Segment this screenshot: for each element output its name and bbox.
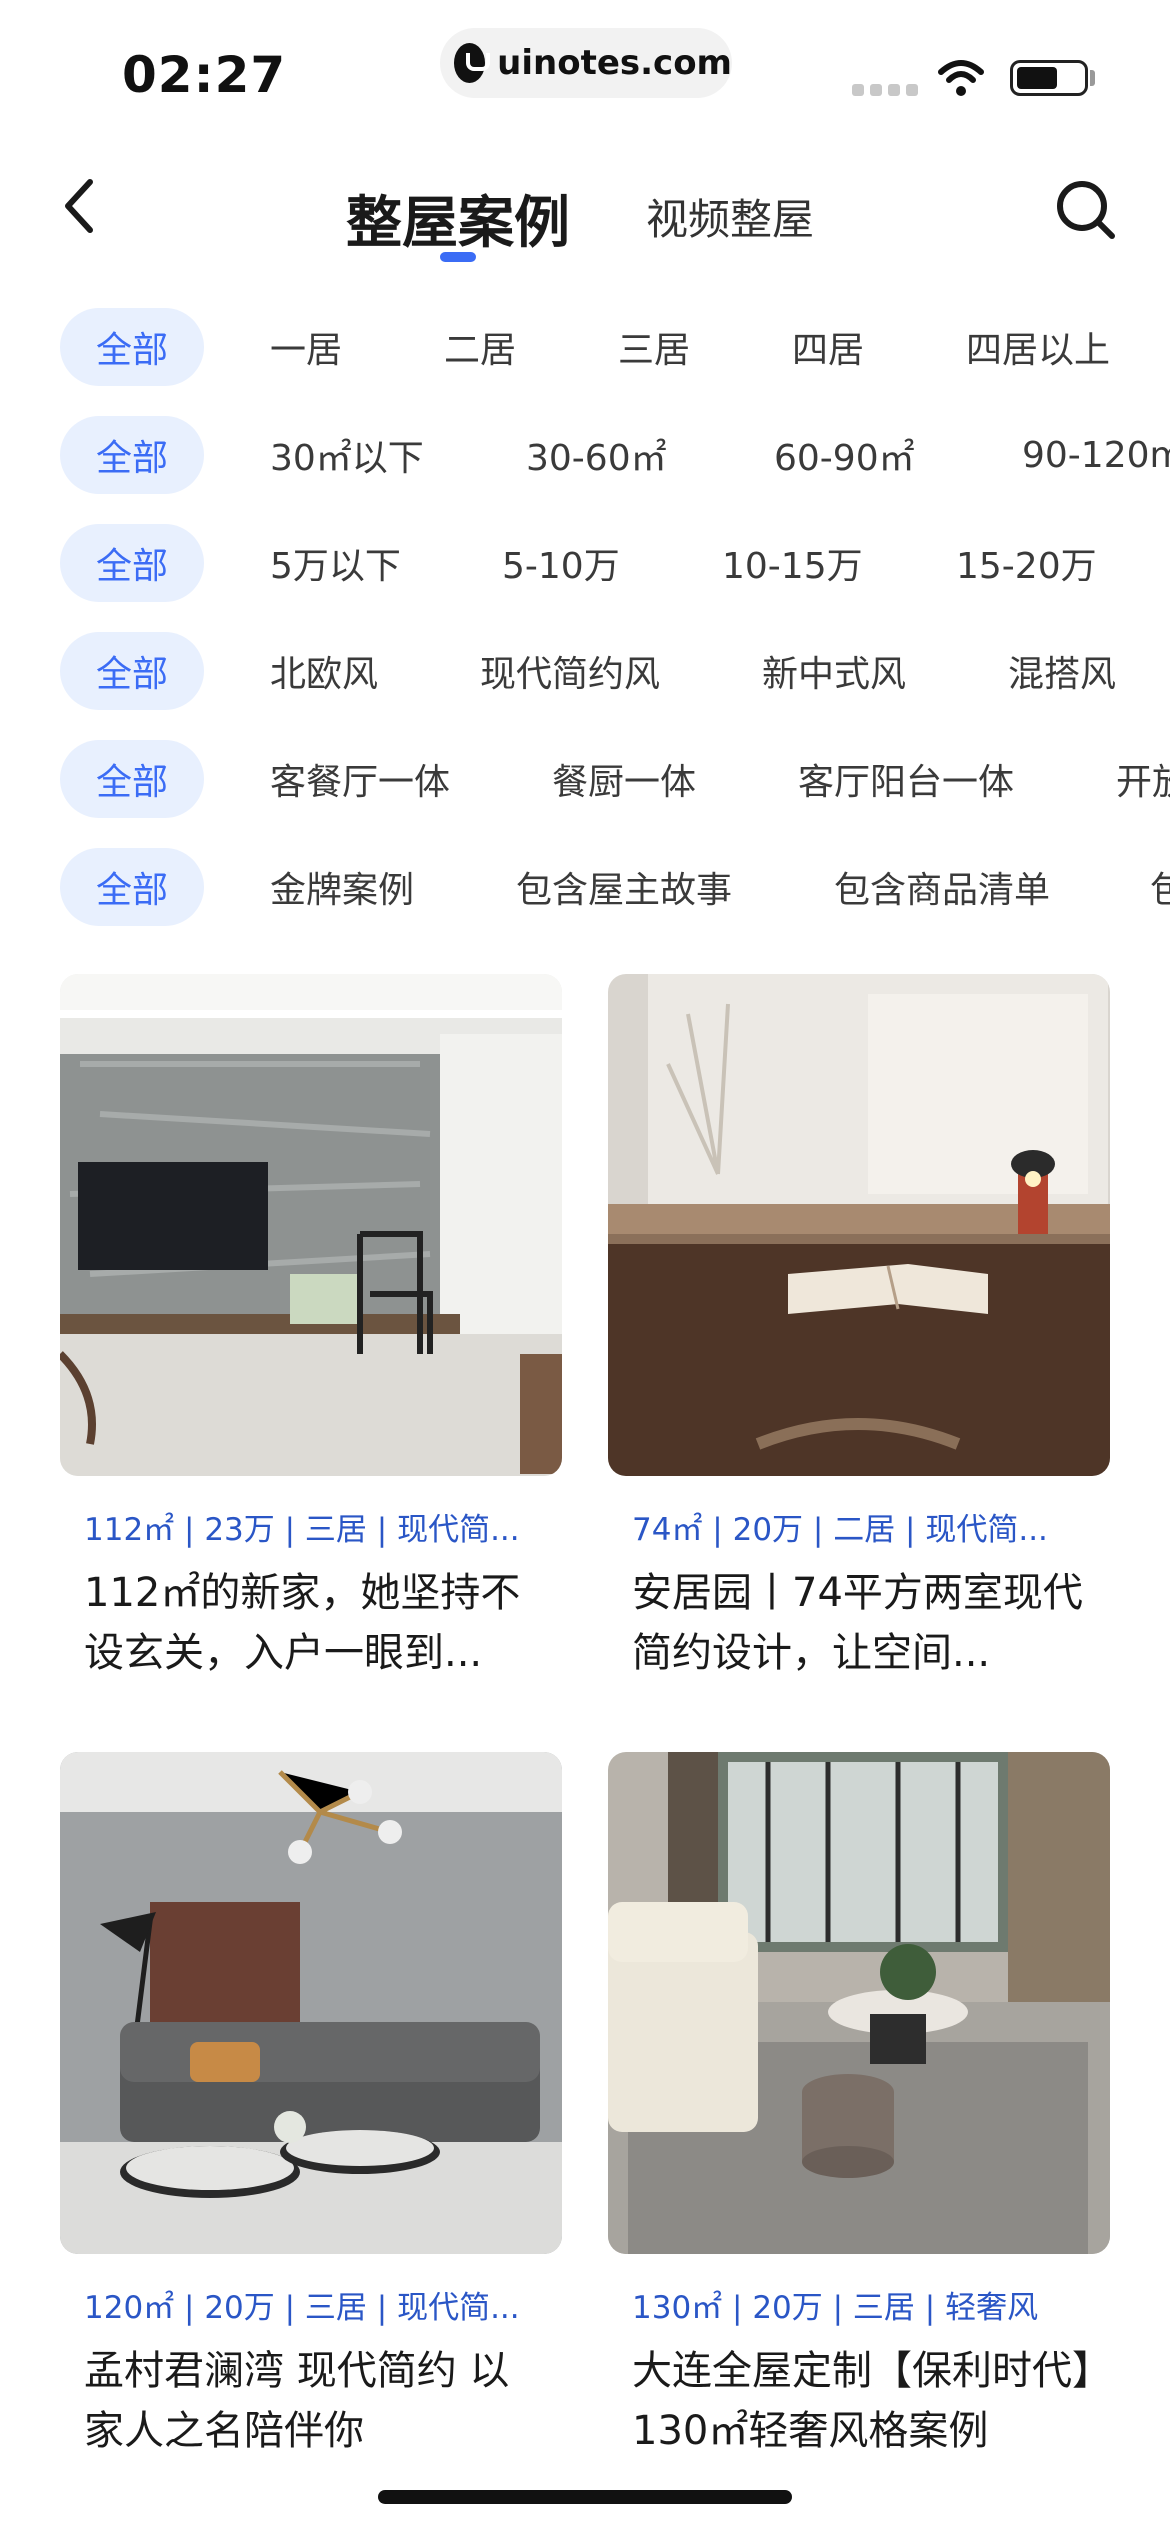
- filter-option[interactable]: 10-15万: [722, 524, 863, 602]
- tab-video-whole-house[interactable]: 视频整屋: [646, 186, 814, 247]
- filter-option[interactable]: 60-90㎡: [774, 416, 915, 494]
- filter-all-chip[interactable]: 全部: [60, 416, 204, 494]
- active-tab-indicator: [440, 252, 476, 262]
- filter-row-layout: 全部 一居 二居 三居 四居 四居以上: [0, 308, 1170, 386]
- filter-all-chip[interactable]: 全部: [60, 632, 204, 710]
- case-title[interactable]: 112㎡的新家，她坚持不设玄关，入户一眼到...: [60, 1563, 562, 1683]
- url-text: uinotes.com: [497, 43, 732, 83]
- battery-icon: [1010, 60, 1088, 96]
- case-tags: 112㎡ | 23万 | 三居 | 现代简...: [84, 1512, 520, 1548]
- filter-option[interactable]: 一居: [270, 308, 342, 386]
- filter-option[interactable]: 二居: [444, 308, 516, 386]
- filter-option[interactable]: 金牌案例: [270, 848, 414, 926]
- case-title[interactable]: 大连全屋定制【保利时代】130㎡轻奢风格案例: [608, 2341, 1110, 2461]
- filter-option[interactable]: 混搭风: [1008, 632, 1116, 710]
- case-tags: 120㎡ | 20万 | 三居 | 现代简...: [84, 2290, 520, 2326]
- filter-option[interactable]: 5-10万: [502, 524, 620, 602]
- filter-option[interactable]: 四居: [792, 308, 864, 386]
- filter-all-chip[interactable]: 全部: [60, 308, 204, 386]
- case-card[interactable]: 130㎡ | 20万 | 三居 | 轻奢风 大连全屋定制【保利时代】130㎡轻奢…: [608, 1752, 1110, 2461]
- filter-row-style: 全部 北欧风 现代简约风 新中式风 混搭风: [0, 632, 1170, 710]
- case-tags: 74㎡ | 20万 | 二居 | 现代简...: [632, 1512, 1048, 1548]
- filter-option[interactable]: 北欧风: [270, 632, 378, 710]
- filter-option[interactable]: 15-20万: [956, 524, 1097, 602]
- filter-option[interactable]: 新中式风: [762, 632, 906, 710]
- case-image-sofa[interactable]: [60, 1752, 562, 2254]
- filter-option[interactable]: 四居以上: [966, 308, 1110, 386]
- case-image-luxury-living[interactable]: [608, 1752, 1110, 2254]
- case-card[interactable]: 120㎡ | 20万 | 三居 | 现代简... 孟村君澜湾 现代简约 以家人之…: [60, 1752, 562, 2461]
- case-card[interactable]: 112㎡ | 23万 | 三居 | 现代简... 112㎡的新家，她坚持不设玄关…: [60, 974, 562, 1683]
- status-bar: 02:27 uinotes.com: [0, 0, 1170, 140]
- filter-row-feature: 全部 金牌案例 包含屋主故事 包含商品清单 包: [0, 848, 1170, 926]
- site-logo-icon: [454, 43, 491, 83]
- filter-option[interactable]: 5万以下: [270, 524, 401, 602]
- case-card[interactable]: 74㎡ | 20万 | 二居 | 现代简... 安居园丨74平方两室现代简约设计…: [608, 974, 1110, 1683]
- filter-all-chip[interactable]: 全部: [60, 848, 204, 926]
- home-indicator[interactable]: [378, 2490, 792, 2504]
- filter-row-space: 全部 客餐厅一体 餐厨一体 客厅阳台一体 开放: [0, 740, 1170, 818]
- case-image-desk[interactable]: [608, 974, 1110, 1476]
- search-icon[interactable]: [1052, 176, 1118, 242]
- filter-row-area: 全部 30㎡以下 30-60㎡ 60-90㎡ 90-120m: [0, 416, 1170, 494]
- url-pill: uinotes.com: [440, 28, 732, 98]
- filter-option[interactable]: 30-60㎡: [526, 416, 667, 494]
- status-time: 02:27: [122, 46, 287, 104]
- cellular-signal-icon: [852, 84, 918, 96]
- case-title[interactable]: 安居园丨74平方两室现代简约设计，让空间...: [608, 1563, 1110, 1683]
- filter-option[interactable]: 现代简约风: [480, 632, 660, 710]
- filter-option[interactable]: 客厅阳台一体: [798, 740, 1014, 818]
- filter-option[interactable]: 客餐厅一体: [270, 740, 450, 818]
- filter-all-chip[interactable]: 全部: [60, 524, 204, 602]
- filter-option[interactable]: 包含屋主故事: [516, 848, 732, 926]
- wifi-icon: [938, 60, 984, 96]
- filter-option[interactable]: 餐厨一体: [552, 740, 696, 818]
- filter-option[interactable]: 90-120m: [1022, 416, 1170, 494]
- battery-tip: [1090, 70, 1095, 86]
- filter-option[interactable]: 30㎡以下: [270, 416, 424, 494]
- filter-option[interactable]: 包含商品清单: [834, 848, 1050, 926]
- filter-option[interactable]: 包: [1150, 848, 1170, 926]
- case-title[interactable]: 孟村君澜湾 现代简约 以家人之名陪伴你: [60, 2341, 562, 2461]
- filter-row-budget: 全部 5万以下 5-10万 10-15万 15-20万: [0, 524, 1170, 602]
- case-image-living-room[interactable]: [60, 974, 562, 1476]
- back-chevron-icon[interactable]: [56, 176, 106, 236]
- filter-all-chip[interactable]: 全部: [60, 740, 204, 818]
- case-tags: 130㎡ | 20万 | 三居 | 轻奢风: [632, 2290, 1039, 2326]
- filter-option[interactable]: 三居: [618, 308, 690, 386]
- tab-whole-house-cases[interactable]: 整屋案例: [346, 178, 570, 259]
- filter-option[interactable]: 开放: [1116, 740, 1170, 818]
